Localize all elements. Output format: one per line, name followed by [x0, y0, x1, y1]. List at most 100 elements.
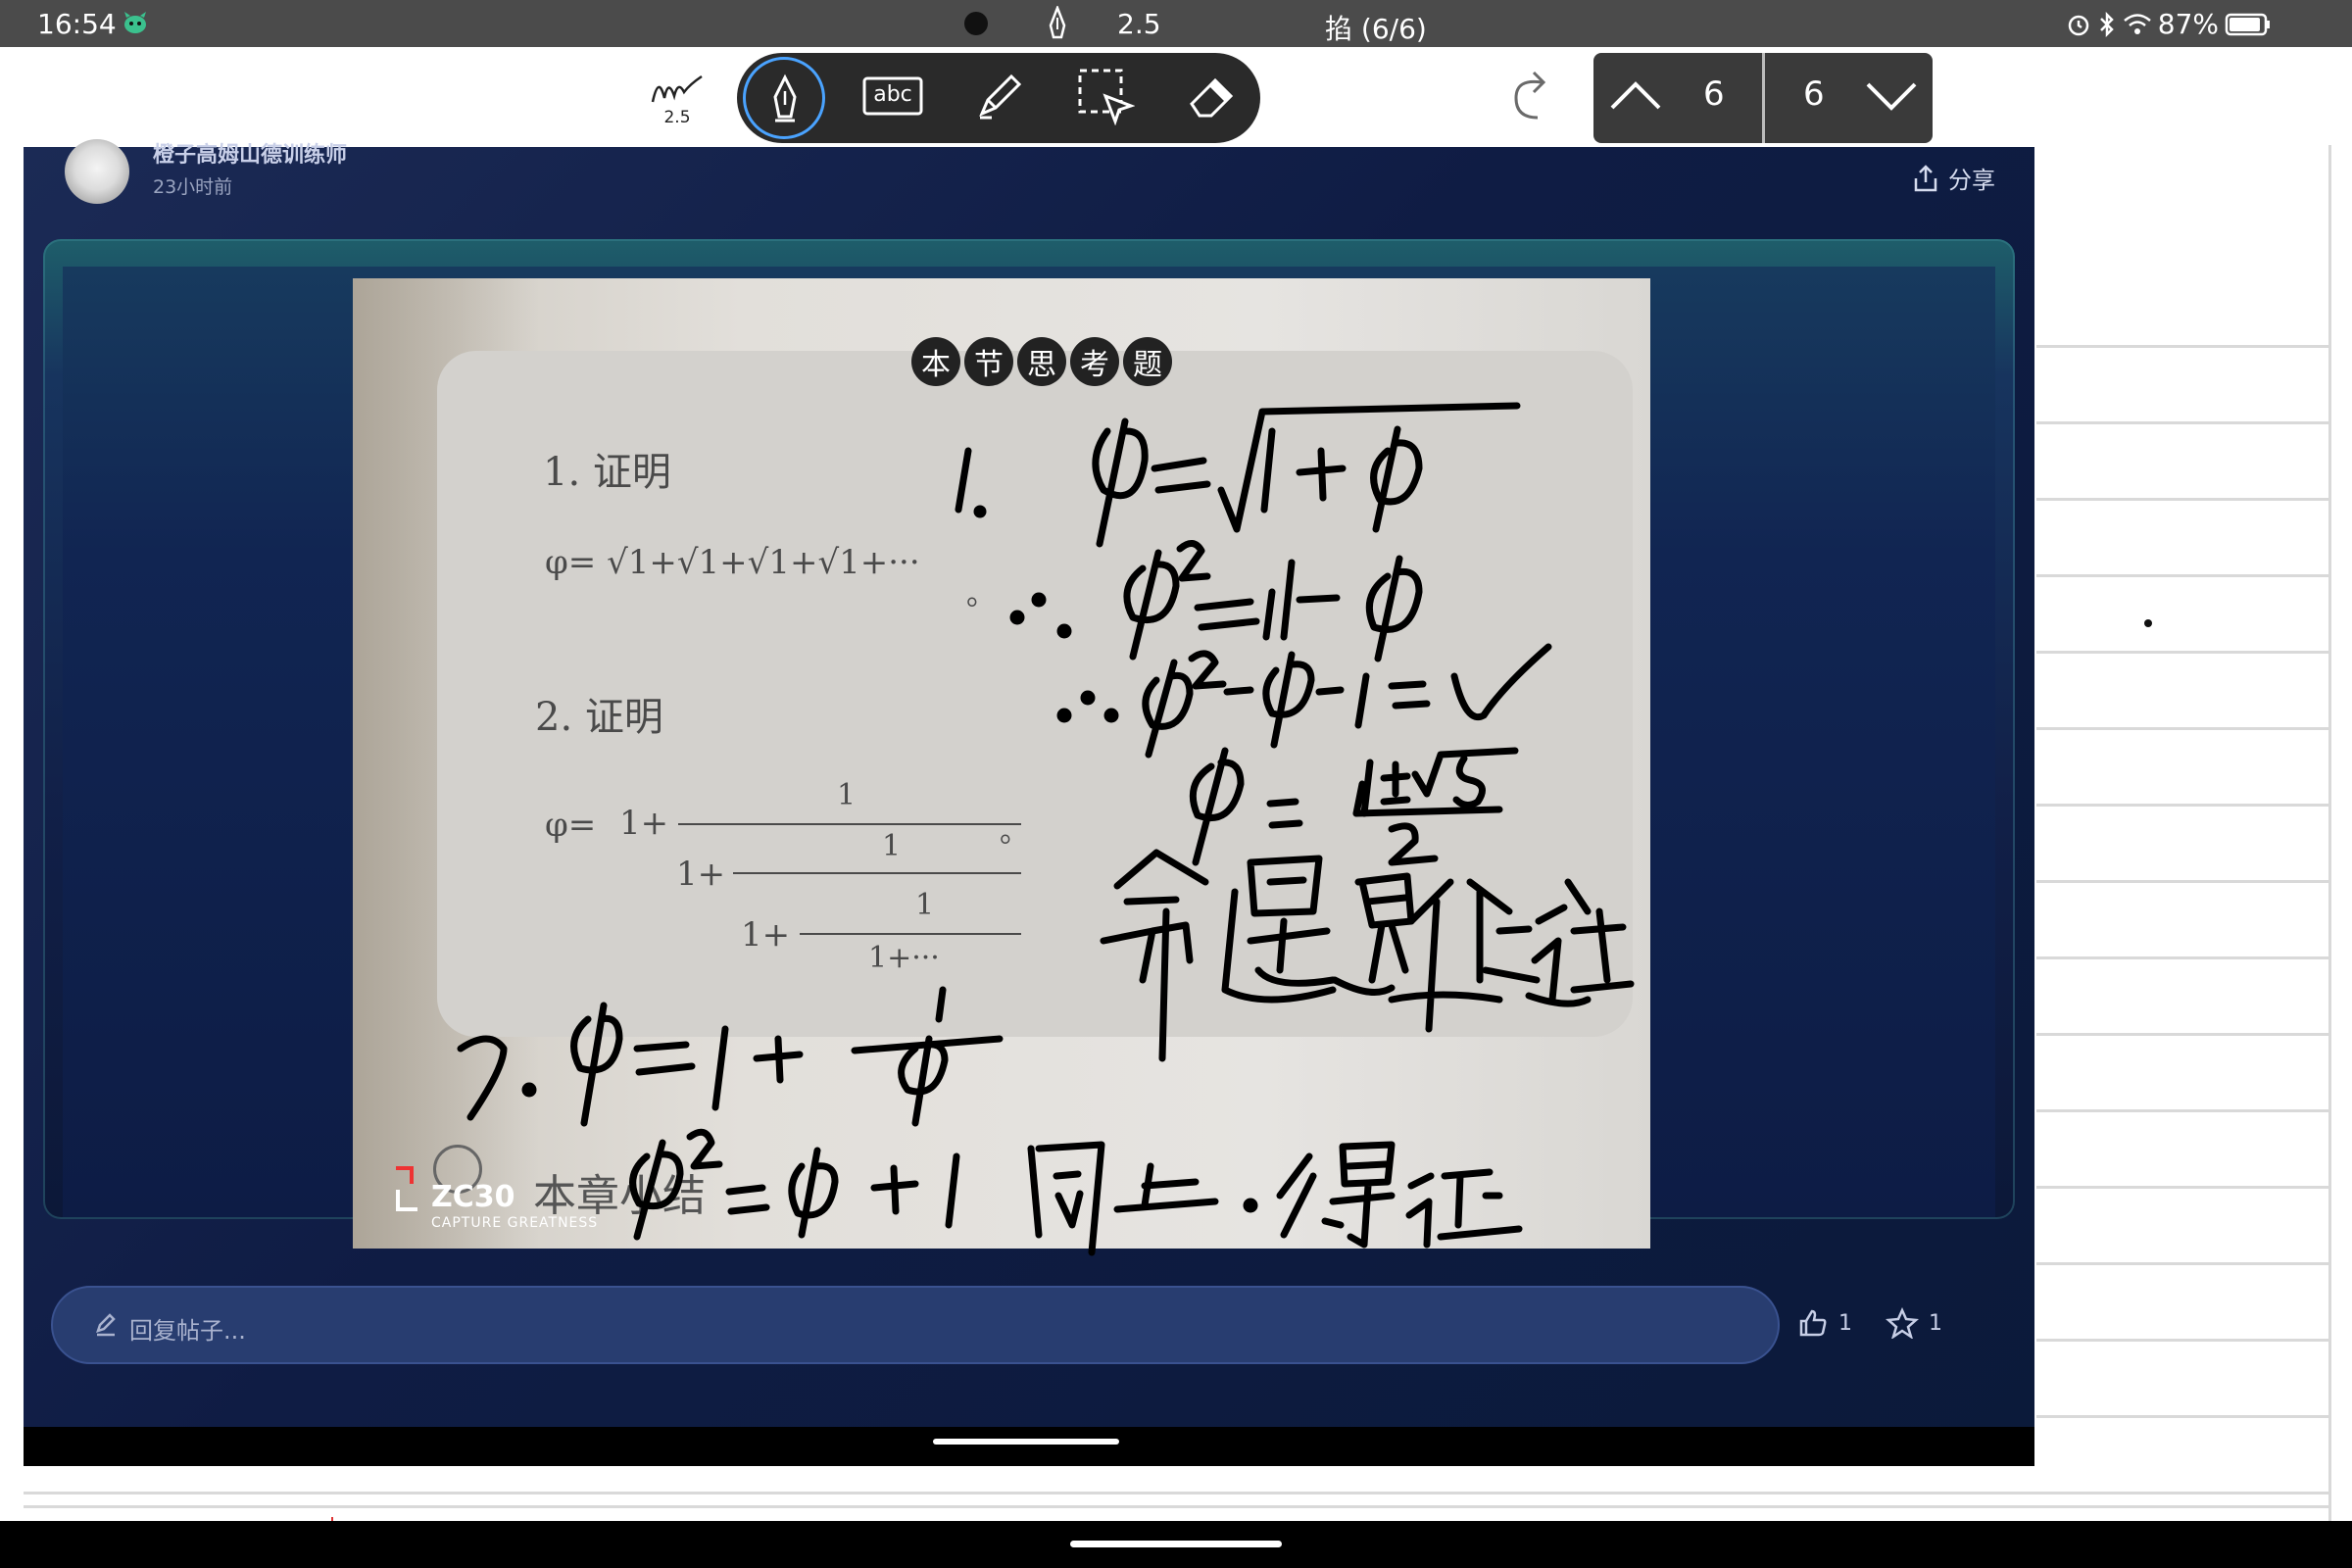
highlighter-icon: [979, 74, 1022, 120]
prev-page-button[interactable]: [1607, 65, 1664, 127]
ruled-line: [2036, 727, 2330, 730]
share-button[interactable]: 分享: [1913, 161, 1995, 195]
ruled-line: [2036, 956, 2330, 959]
camera-brand: ZC30: [431, 1180, 515, 1214]
q2-numerator: 1: [882, 829, 902, 863]
ruled-line: [2036, 1033, 2330, 1036]
dot: [1966, 90, 1977, 101]
favorite-count: 1: [1929, 1310, 1942, 1336]
question-1-formula: φ= √1+√1+√1+√1+···: [545, 543, 920, 582]
q2-tail: 1+···: [868, 941, 940, 975]
dot: [1987, 90, 1998, 101]
system-nav-bar: [0, 1521, 2352, 1568]
heading-char: 考: [1070, 337, 1119, 386]
forum-post-window: 橙子高姆山德训练师 23小时前 分享 本 节 思 考 题 1. 证明 φ= √1…: [24, 139, 2034, 1466]
period-mark: 。: [966, 578, 996, 612]
app-mascot-icon: [124, 12, 146, 33]
thumbs-up-icon: [1799, 1309, 1827, 1337]
ruled-line: [24, 1505, 2330, 1508]
chevron-up-icon: [1610, 81, 1661, 110]
period-mark: 。: [1000, 815, 1029, 850]
highlighter-tool[interactable]: [968, 65, 1031, 127]
share-label: 分享: [1948, 167, 1995, 194]
undo-icon: [1405, 71, 1438, 120]
ruled-line: [2036, 574, 2330, 577]
pencil-icon: [1297, 74, 1342, 119]
window-bottom-bar: [24, 1427, 2034, 1466]
share-icon: [1914, 164, 1937, 191]
camera-logo-mark: [396, 1190, 417, 1211]
ruled-line: [2036, 1109, 2330, 1112]
ruled-line: [2036, 1186, 2330, 1189]
q2-term: 1+: [619, 804, 669, 843]
camera-tagline: CAPTURE GREATNESS: [431, 1215, 599, 1231]
read-mode-button[interactable]: [529, 65, 612, 127]
q2-numerator: 1: [837, 778, 857, 812]
pen-style-button[interactable]: 2.5: [635, 55, 719, 139]
page-indicator: 掐 (6/6): [1325, 13, 1427, 45]
eraser-icon: [1190, 77, 1234, 118]
bluetooth-icon: [2099, 11, 2114, 37]
ruled-line: [2036, 1339, 2330, 1342]
post-time: 23小时前: [153, 176, 233, 198]
signature-icon: [651, 74, 703, 103]
q2-term: 1+: [676, 855, 726, 894]
question-1-label: 1. 证明: [543, 450, 671, 495]
fountain-pen-tool[interactable]: [743, 57, 825, 139]
wifi-icon: [2123, 13, 2151, 34]
ruled-line: [24, 1492, 2330, 1494]
status-icons: 87%: [2066, 8, 2272, 40]
ruled-line: [2036, 1262, 2330, 1265]
fraction-bar: [800, 933, 1021, 935]
battery-icon: [2225, 13, 2270, 35]
ruled-line: [2036, 651, 2330, 654]
glasses-icon: [534, 77, 607, 118]
heading-char: 思: [1017, 337, 1066, 386]
status-bar: 16:54 2.5 掐 (6/6) 87%: [0, 0, 2352, 47]
books-icon: [335, 71, 380, 124]
fraction-bar: [678, 823, 1021, 825]
redo-button[interactable]: [1497, 65, 1560, 127]
current-page[interactable]: 6: [1703, 74, 1725, 114]
reply-placeholder: 回复帖子...: [129, 1317, 246, 1345]
text-tool[interactable]: abc: [860, 65, 925, 127]
like-button[interactable]: 1: [1797, 1307, 1852, 1339]
lasso-select-tool[interactable]: [1074, 65, 1137, 127]
library-button[interactable]: [327, 65, 390, 127]
total-pages: 6: [1803, 74, 1825, 114]
home-gesture-bar[interactable]: [1070, 1541, 1282, 1547]
alarm-icon: [2068, 15, 2089, 35]
ruled-line: [2036, 1415, 2330, 1418]
pen-size-badge: 2.5: [663, 108, 691, 127]
note-toolbar: 2.5 abc 6 6: [0, 47, 2352, 147]
undo-button[interactable]: [1392, 65, 1454, 127]
more-menu-button[interactable]: [1964, 90, 2023, 102]
next-page-button[interactable]: [1862, 65, 1921, 127]
ruled-line: [2036, 880, 2330, 883]
eraser-tool[interactable]: [1182, 65, 1245, 127]
heading-char: 题: [1123, 337, 1172, 386]
clock: 16:54: [37, 8, 117, 40]
star-icon: [1886, 1307, 1919, 1339]
ruled-line: [2036, 804, 2330, 807]
fraction-bar: [733, 872, 1021, 874]
pen-status-icon: [1049, 6, 1066, 39]
ink-dot: [2144, 619, 2152, 627]
text-tool-label: abc: [873, 82, 912, 107]
avatar[interactable]: [65, 139, 129, 204]
favorite-button[interactable]: 1: [1886, 1307, 1942, 1339]
camera-cutout: [964, 12, 988, 35]
pencil-icon: [96, 1313, 116, 1337]
ruled-line: [2036, 498, 2330, 501]
question-2-label: 2. 证明: [535, 695, 663, 740]
pencil-tool[interactable]: [1288, 65, 1350, 127]
window-gesture-bar[interactable]: [933, 1439, 1119, 1445]
question-2-phi: φ=: [545, 806, 597, 845]
reply-input[interactable]: 回复帖子...: [51, 1286, 1780, 1364]
add-button[interactable]: [433, 65, 496, 127]
redo-icon: [1514, 71, 1546, 120]
post-photo[interactable]: 本 节 思 考 题 1. 证明 φ= √1+√1+√1+√1+··· 。 2. …: [353, 278, 1650, 1249]
ruled-line: [2036, 345, 2330, 348]
like-count: 1: [1838, 1310, 1852, 1336]
camera-logo-mark: [396, 1166, 414, 1184]
